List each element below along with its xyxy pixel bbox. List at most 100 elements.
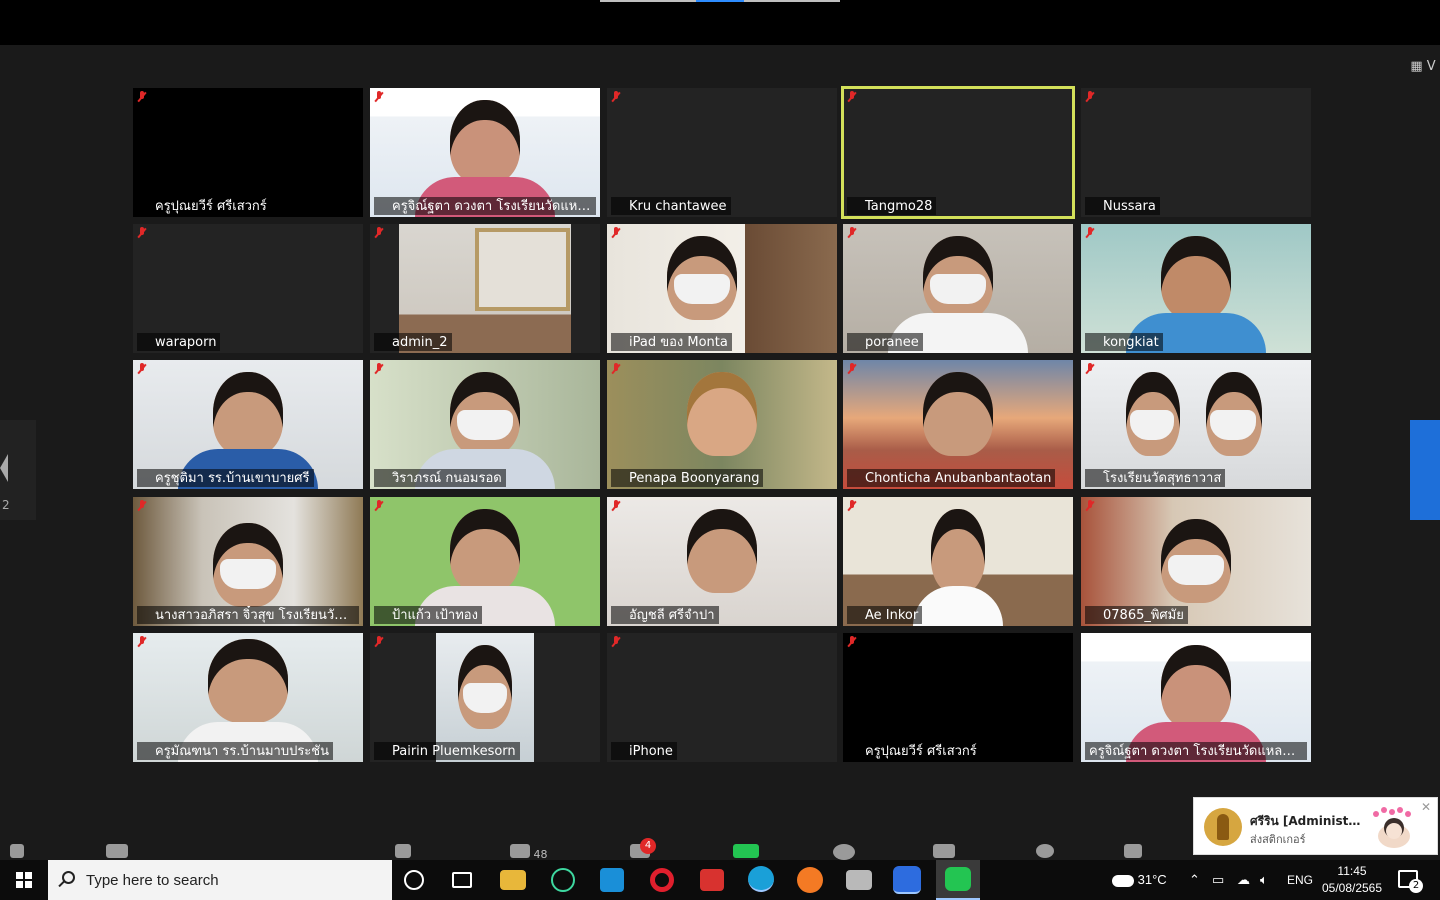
search-icon bbox=[62, 871, 75, 884]
cortana-icon[interactable] bbox=[404, 870, 424, 890]
participant-name: Pairin Pluemkesorn bbox=[374, 742, 520, 760]
participant-avatar bbox=[1161, 645, 1231, 729]
participant-tile[interactable]: ครูปุณยวีร์ ศรีเสวกร์ bbox=[133, 88, 363, 217]
participant-tile[interactable]: Penapa Boonyarang bbox=[607, 360, 837, 489]
participant-tile[interactable]: ครูชุติมา รร.บ้านเขาบายศรี bbox=[133, 360, 363, 489]
close-icon[interactable]: ✕ bbox=[1421, 800, 1431, 814]
next-page-button[interactable] bbox=[1410, 420, 1440, 520]
mic-muted-icon bbox=[611, 91, 621, 103]
line-icon[interactable] bbox=[936, 860, 980, 900]
participant-tile[interactable]: iPad ของ Monta bbox=[607, 224, 837, 353]
participant-tile[interactable]: Ae Inkor bbox=[843, 497, 1073, 626]
participant-name: ครูจิณ์ฐตา ดวงตา โรงเรียนวัดแหลมฉบัง bbox=[1085, 742, 1307, 760]
face-mask bbox=[220, 559, 276, 589]
participant-name: ครูปุณยวีร์ ศรีเสวกร์ bbox=[137, 197, 271, 215]
participant-tile[interactable]: waraporn bbox=[133, 224, 363, 353]
file-explorer-icon[interactable] bbox=[500, 870, 526, 890]
participant-tile[interactable]: ป้าแก้ว เป้าทอง bbox=[370, 497, 600, 626]
participant-name: Ae Inkor bbox=[847, 606, 923, 624]
participant-tile[interactable]: อัญชลี ศรีจำปา bbox=[607, 497, 837, 626]
participant-tile[interactable]: iPhone bbox=[607, 633, 837, 762]
opera-icon[interactable] bbox=[650, 868, 674, 892]
participant-name: Tangmo28 bbox=[847, 197, 937, 215]
participant-tile[interactable]: นางสาวอภิสรา จิ๋วสุข โรงเรียนวัดแ... bbox=[133, 497, 363, 626]
participant-name: โรงเรียนวัดสุทธาวาส bbox=[1085, 469, 1226, 487]
participant-count: 48 bbox=[533, 848, 548, 860]
apps-icon bbox=[1124, 844, 1142, 858]
notification-center-icon[interactable]: 2 bbox=[1398, 870, 1423, 893]
participant-avatar bbox=[923, 372, 993, 456]
start-button[interactable] bbox=[0, 860, 48, 900]
participant-tile[interactable]: ครูปุณยวีร์ ศรีเสวกร์ bbox=[843, 633, 1073, 762]
participant-name: waraporn bbox=[137, 333, 221, 351]
apps-button[interactable] bbox=[1124, 844, 1142, 860]
language-indicator[interactable]: ENG bbox=[1287, 860, 1313, 900]
mic-muted-icon bbox=[137, 636, 147, 648]
participant-name: ป้าแก้ว เป้าทอง bbox=[374, 606, 482, 624]
video-button[interactable] bbox=[106, 844, 128, 860]
participant-tile[interactable]: ครูจิณ์ฐตา ดวงตา โรงเรียนวัดแหลมฉบัง bbox=[370, 88, 600, 217]
participant-tile[interactable]: Chonticha Anubanbantaotan bbox=[843, 360, 1073, 489]
participant-tile[interactable]: Kru chantawee bbox=[607, 88, 837, 217]
taskbar-search[interactable] bbox=[48, 860, 392, 900]
mic-muted-icon bbox=[611, 227, 621, 239]
face-mask bbox=[1168, 555, 1224, 585]
network-icon[interactable]: ▭ bbox=[1212, 860, 1224, 900]
screen-share-indicator[interactable] bbox=[600, 0, 840, 2]
reactions-button[interactable] bbox=[1036, 844, 1054, 860]
task-view-icon[interactable] bbox=[452, 872, 472, 888]
participant-avatar bbox=[450, 509, 520, 593]
participant-name: อัญชลี ศรีจำปา bbox=[611, 606, 719, 624]
mute-button[interactable] bbox=[10, 844, 24, 860]
onedrive-icon[interactable]: ☁ bbox=[1237, 860, 1250, 900]
participant-name: iPad ของ Monta bbox=[611, 333, 732, 351]
camera-icon bbox=[106, 844, 128, 858]
face-mask bbox=[1130, 410, 1174, 440]
participant-avatar bbox=[213, 372, 283, 456]
security-button[interactable] bbox=[395, 844, 411, 860]
participant-name: ครูมัณฑนา รร.บ้านมาบประชัน bbox=[137, 742, 334, 760]
record-button[interactable] bbox=[833, 844, 855, 860]
participant-tile[interactable]: 07865_พิศมัย bbox=[1081, 497, 1311, 626]
screen-recorder-icon[interactable] bbox=[700, 869, 724, 891]
search-input[interactable] bbox=[86, 868, 376, 892]
participant-tile[interactable]: kongkiat bbox=[1081, 224, 1311, 353]
line-notification-toast[interactable]: ศรีริน [Administrat... ส่งสติกเกอร์ ✕ bbox=[1193, 797, 1438, 855]
store-icon[interactable] bbox=[600, 868, 624, 892]
participant-tile[interactable]: วิราภรณ์ กนอมรอด bbox=[370, 360, 600, 489]
participant-avatar bbox=[450, 100, 520, 184]
show-hidden-icons-chevron-icon[interactable]: ⌃ bbox=[1189, 860, 1200, 900]
participant-tile[interactable]: ครูมัณฑนา รร.บ้านมาบประชัน bbox=[133, 633, 363, 762]
participant-tile[interactable]: ครูจิณ์ฐตา ดวงตา โรงเรียนวัดแหลมฉบัง bbox=[1081, 633, 1311, 762]
participant-name: ครูชุติมา รร.บ้านเขาบายศรี bbox=[137, 469, 314, 487]
ultraviewer-icon[interactable] bbox=[551, 868, 575, 892]
weather-temperature: 31°C bbox=[1137, 872, 1167, 887]
participant-tile[interactable]: โรงเรียนวัดสุทธาวาส bbox=[1081, 360, 1311, 489]
participants-button[interactable]: 48 bbox=[510, 844, 548, 860]
mic-muted-icon bbox=[847, 227, 857, 239]
participant-tile[interactable]: admin_2 bbox=[370, 224, 600, 353]
weather-widget[interactable]: 31°C bbox=[1112, 860, 1167, 900]
mic-muted-icon bbox=[137, 500, 147, 512]
network-tool-icon[interactable] bbox=[846, 870, 872, 890]
firefox-icon[interactable] bbox=[797, 867, 823, 893]
participant-grid: ครูปุณยวีร์ ศรีเสวกร์ ครูจิณ์ฐตา ดวงตา โ… bbox=[133, 86, 1311, 762]
share-screen-button[interactable] bbox=[733, 844, 759, 860]
volume-icon[interactable]: 🔈︎ bbox=[1260, 860, 1268, 900]
zoom-icon[interactable] bbox=[893, 866, 921, 894]
view-label: V bbox=[1426, 59, 1436, 74]
participant-tile[interactable]: Nussara bbox=[1081, 88, 1311, 217]
participant-name: kongkiat bbox=[1085, 333, 1163, 351]
breakout-rooms-button[interactable] bbox=[933, 844, 955, 860]
view-switch-button[interactable]: ▦ V bbox=[1410, 59, 1436, 77]
edge-icon[interactable] bbox=[748, 866, 774, 892]
participant-tile[interactable]: Pairin Pluemkesorn bbox=[370, 633, 600, 762]
system-clock[interactable]: 11:45 05/08/2565 bbox=[1318, 863, 1386, 897]
previous-page-button[interactable]: 2 bbox=[0, 420, 36, 520]
participant-tile[interactable]: poranee bbox=[843, 224, 1073, 353]
participant-name: Chonticha Anubanbantaotan bbox=[847, 469, 1056, 487]
chat-button[interactable]: 4 bbox=[630, 838, 656, 860]
participant-name: Nussara bbox=[1085, 197, 1160, 215]
face-mask bbox=[930, 274, 986, 304]
participant-tile-active-speaker[interactable]: Tangmo28 bbox=[841, 86, 1075, 219]
